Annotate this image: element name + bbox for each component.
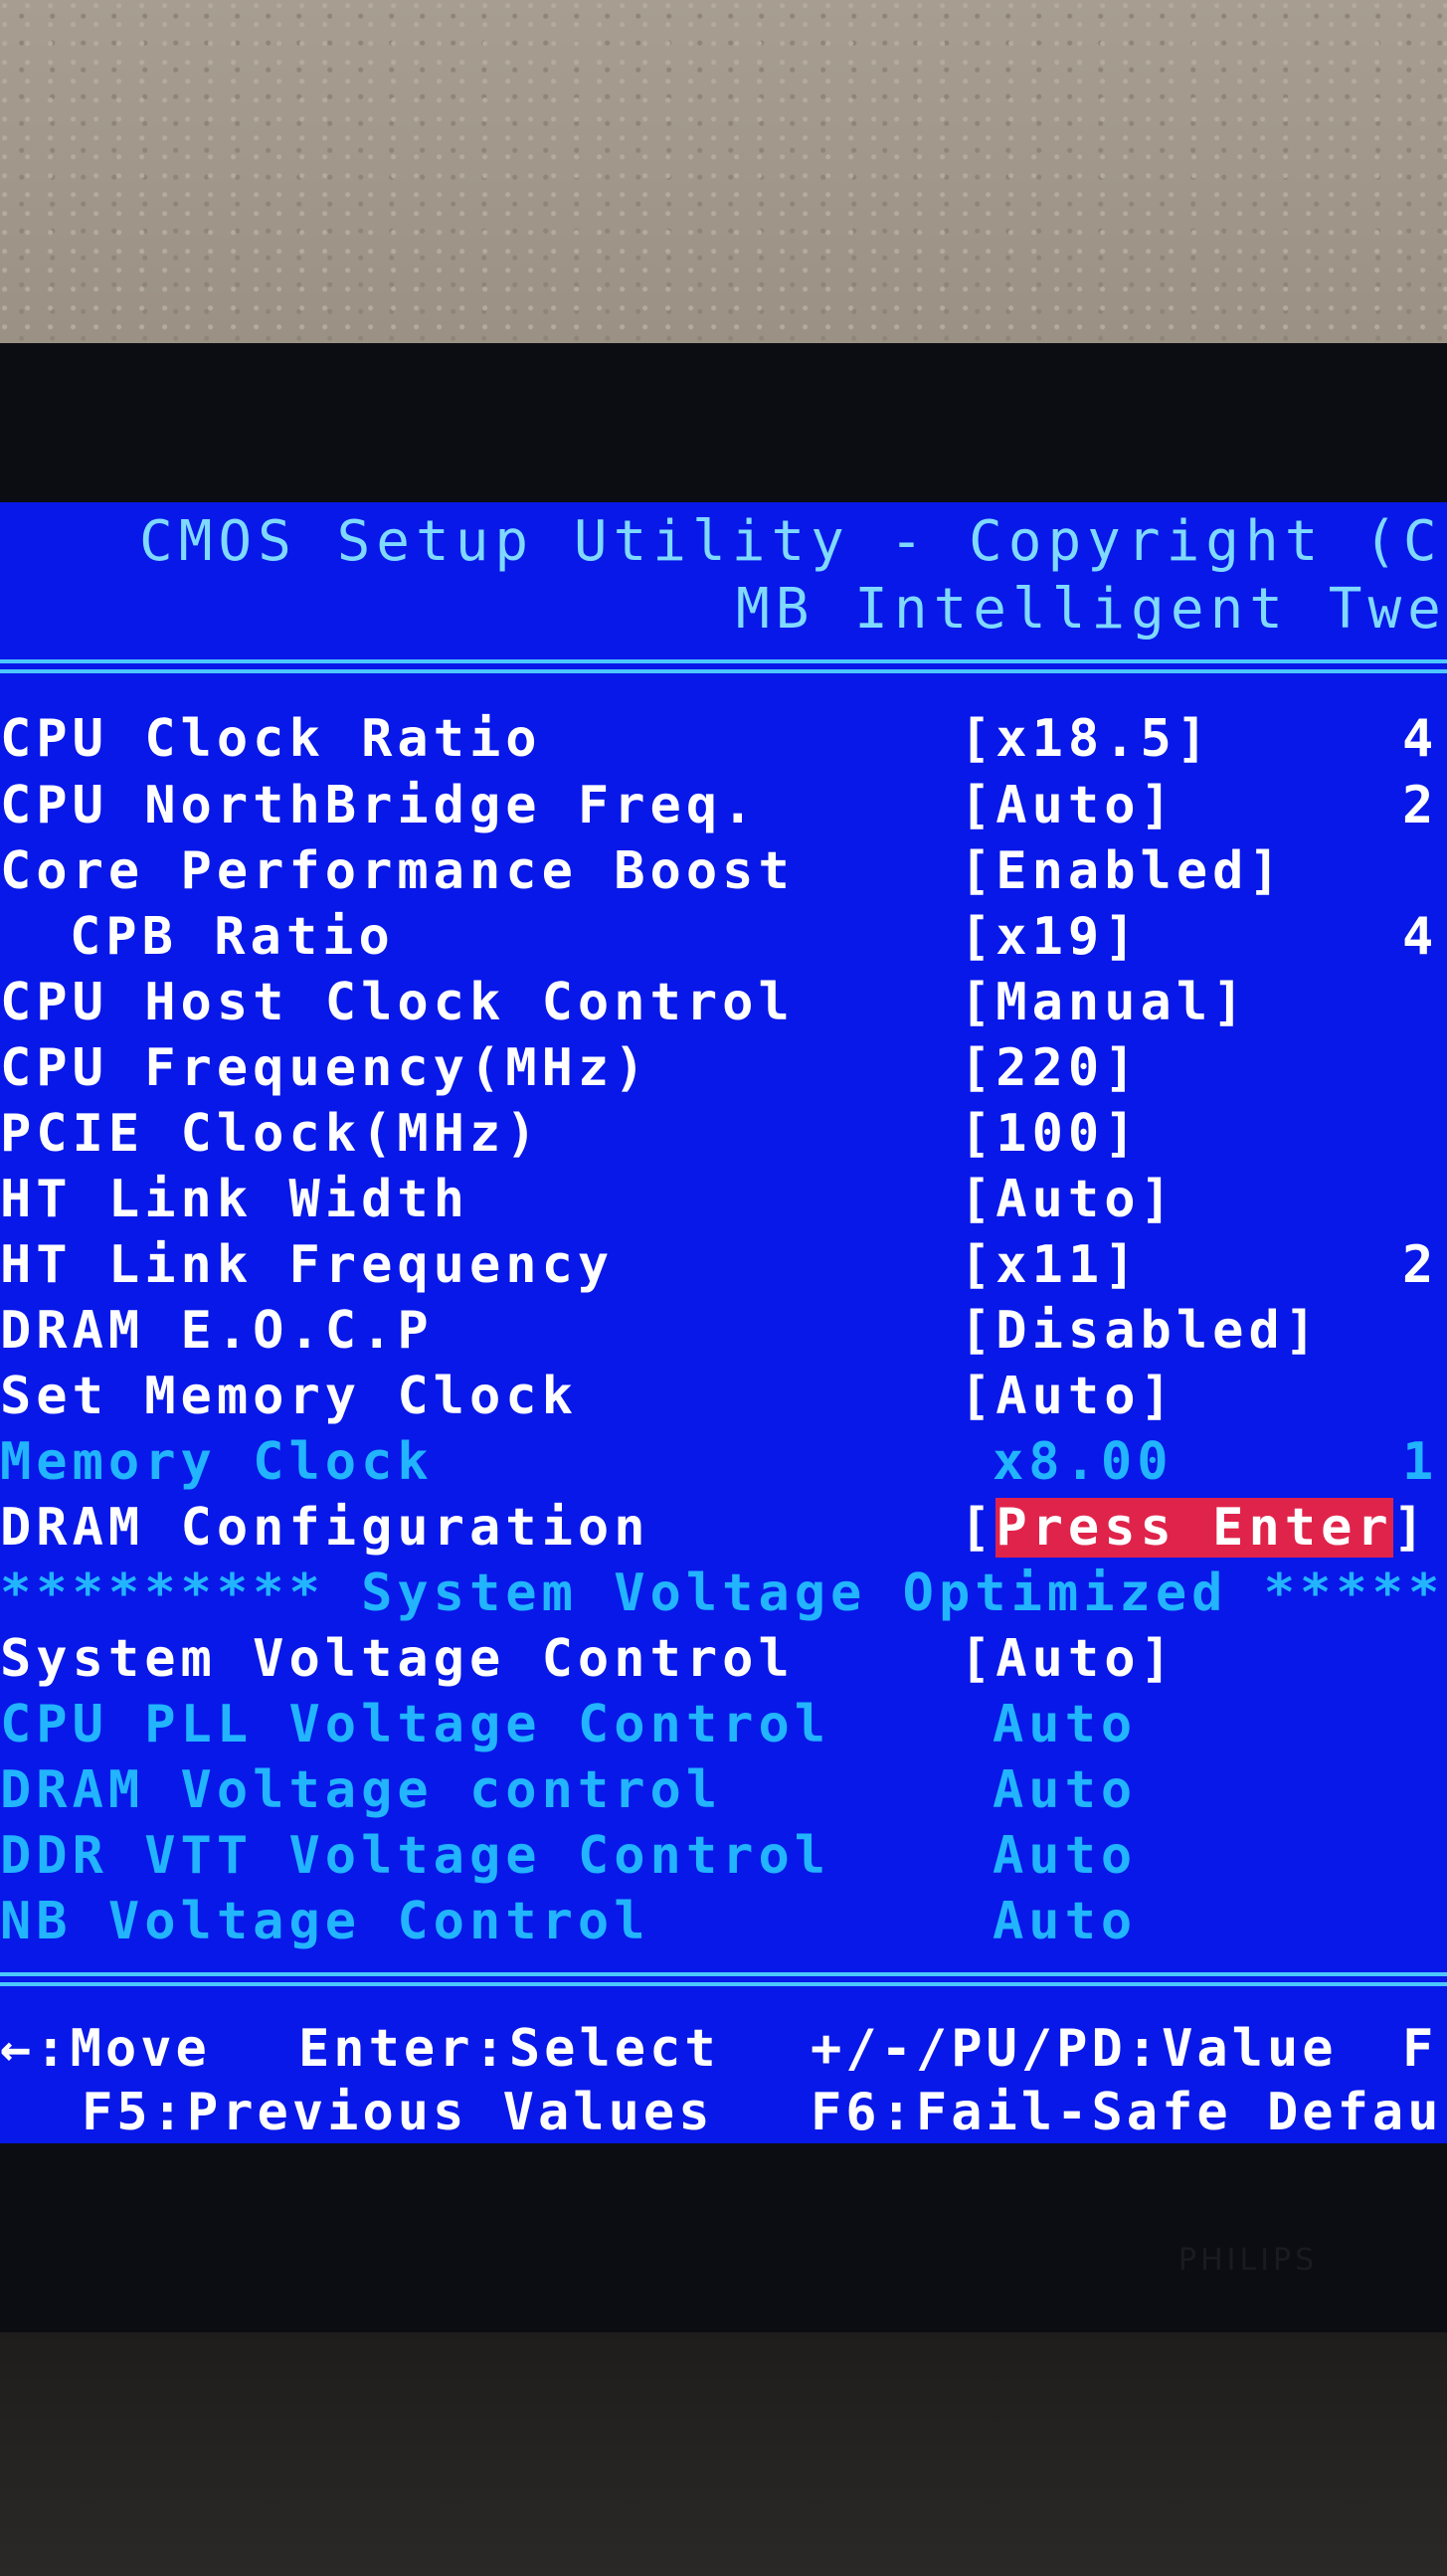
bios-title: CMOS Setup Utility - Copyright (C)	[139, 509, 1447, 574]
setting-cpu-host-clock-control[interactable]: CPU Host Clock Control [Manual]	[0, 970, 1447, 1035]
setting-memory-clock: Memory Clock x8.00 1	[0, 1429, 1447, 1495]
setting-label: CPU Host Clock Control	[0, 973, 795, 1032]
help-extra: F	[1402, 2019, 1438, 2079]
setting-info: 1	[1402, 1432, 1439, 1492]
desk-area	[0, 2332, 1447, 2576]
help-previous-values: F5:Previous Values	[82, 2083, 714, 2142]
bracket-open: [	[960, 1498, 996, 1558]
footer-divider-top	[0, 1972, 1447, 1976]
setting-label: DRAM Voltage control	[0, 1760, 723, 1820]
setting-label: Core Performance Boost	[0, 841, 795, 901]
setting-label: DRAM E.O.C.P	[0, 1301, 434, 1361]
setting-label: HT Link Width	[0, 1170, 469, 1229]
setting-label: CPB Ratio	[70, 907, 395, 967]
help-move: ←:Move	[0, 2019, 211, 2079]
setting-core-performance-boost[interactable]: Core Performance Boost [Enabled]	[0, 838, 1447, 904]
setting-value-submenu[interactable]: [Press Enter]	[960, 1495, 1429, 1561]
setting-value[interactable]: [100]	[960, 1101, 1141, 1167]
setting-value: Auto	[993, 1892, 1138, 1951]
setting-set-memory-clock[interactable]: Set Memory Clock [Auto]	[0, 1364, 1447, 1429]
setting-cpu-northbridge-freq[interactable]: CPU NorthBridge Freq. [Auto] 2	[0, 773, 1447, 838]
voltage-section-header: ********* System Voltage Optimized *****…	[0, 1564, 1447, 1623]
setting-info: 2	[1402, 776, 1439, 835]
setting-value: x8.00	[993, 1432, 1174, 1492]
help-select: Enter:Select	[298, 2019, 720, 2079]
setting-ht-link-width[interactable]: HT Link Width [Auto]	[0, 1167, 1447, 1232]
header-divider-top	[0, 659, 1447, 663]
header-divider-bottom	[0, 669, 1447, 673]
setting-label: NB Voltage Control	[0, 1892, 650, 1951]
setting-ht-link-frequency[interactable]: HT Link Frequency [x11] 2	[0, 1232, 1447, 1298]
setting-cpb-ratio[interactable]: CPB Ratio [x19] 4	[0, 904, 1447, 970]
setting-label: CPU NorthBridge Freq.	[0, 776, 759, 835]
help-value: +/-/PU/PD:Value	[811, 2019, 1338, 2079]
setting-value[interactable]: [Manual]	[960, 970, 1248, 1035]
monitor-brand-logo: PHILIPS	[1178, 2243, 1319, 2278]
setting-label: PCIE Clock(MHz)	[0, 1104, 542, 1164]
setting-system-voltage-control[interactable]: System Voltage Control [Auto]	[0, 1626, 1447, 1692]
setting-value[interactable]: [Auto]	[960, 1626, 1176, 1692]
setting-dram-voltage: DRAM Voltage control Auto	[0, 1757, 1447, 1823]
setting-dram-eocp[interactable]: DRAM E.O.C.P [Disabled]	[0, 1298, 1447, 1364]
setting-label: System Voltage Control	[0, 1629, 795, 1689]
setting-ddr-vtt-voltage: DDR VTT Voltage Control Auto	[0, 1823, 1447, 1889]
setting-label: HT Link Frequency	[0, 1235, 615, 1295]
setting-dram-configuration[interactable]: DRAM Configuration [Press Enter]	[0, 1495, 1447, 1561]
press-enter-highlight[interactable]: Press Enter	[995, 1498, 1393, 1558]
setting-value: Auto	[993, 1695, 1138, 1754]
setting-value: Auto	[993, 1760, 1138, 1820]
setting-value[interactable]: [Auto]	[960, 1364, 1176, 1429]
bios-page-title: MB Intelligent Twea	[736, 577, 1447, 642]
setting-value: Auto	[993, 1826, 1138, 1886]
setting-label: CPU PLL Voltage Control	[0, 1695, 831, 1754]
setting-value[interactable]: [x18.5]	[960, 706, 1212, 772]
setting-pcie-clock[interactable]: PCIE Clock(MHz) [100]	[0, 1101, 1447, 1167]
setting-label: CPU Frequency(MHz)	[0, 1038, 650, 1098]
setting-info: 4	[1402, 907, 1439, 967]
setting-label: DRAM Configuration	[0, 1498, 650, 1558]
help-fail-safe-defaults: F6:Fail-Safe Defau	[811, 2083, 1443, 2142]
setting-cpu-frequency[interactable]: CPU Frequency(MHz) [220]	[0, 1035, 1447, 1101]
setting-label: Memory Clock	[0, 1432, 434, 1492]
setting-nb-voltage: NB Voltage Control Auto	[0, 1889, 1447, 1954]
setting-value[interactable]: [220]	[960, 1035, 1141, 1101]
setting-value[interactable]: [Auto]	[960, 773, 1176, 838]
setting-value[interactable]: [x19]	[960, 904, 1141, 970]
setting-label: Set Memory Clock	[0, 1367, 578, 1426]
wall-background	[0, 0, 1447, 358]
setting-value[interactable]: [Enabled]	[960, 838, 1285, 904]
setting-value[interactable]: [x11]	[960, 1232, 1141, 1298]
setting-label: CPU Clock Ratio	[0, 709, 542, 769]
bios-screen: CMOS Setup Utility - Copyright (C) MB In…	[0, 502, 1447, 2143]
setting-info: 2	[1402, 1235, 1439, 1295]
bracket-close: ]	[1392, 1498, 1429, 1558]
setting-label: DDR VTT Voltage Control	[0, 1826, 831, 1886]
footer-divider-bottom	[0, 1982, 1447, 1986]
setting-value[interactable]: [Disabled]	[960, 1298, 1321, 1364]
setting-cpu-pll-voltage: CPU PLL Voltage Control Auto	[0, 1692, 1447, 1757]
setting-value[interactable]: [Auto]	[960, 1167, 1176, 1232]
setting-cpu-clock-ratio[interactable]: CPU Clock Ratio [x18.5] 4	[0, 706, 1447, 772]
setting-info: 4	[1402, 709, 1439, 769]
